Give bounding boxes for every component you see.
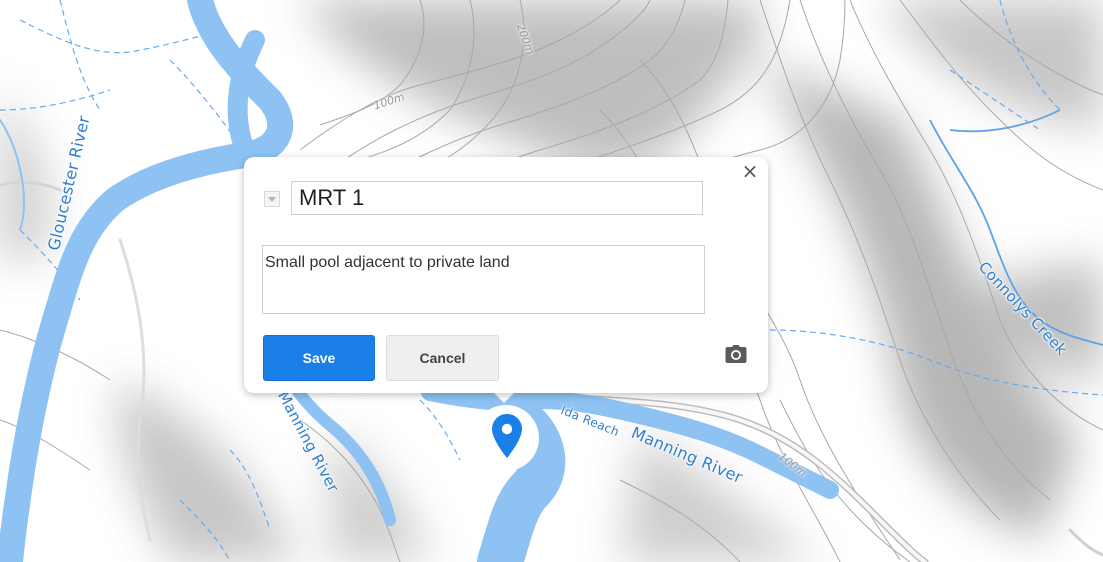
save-button[interactable]: Save — [263, 335, 375, 381]
marker-description-input[interactable]: Small pool adjacent to private land — [262, 245, 705, 314]
camera-icon[interactable] — [725, 344, 747, 364]
marker-title-input[interactable] — [291, 181, 703, 215]
close-button[interactable]: × — [740, 161, 760, 181]
marker-edit-popup: × Small pool adjacent to private land Sa… — [244, 157, 768, 393]
cancel-button[interactable]: Cancel — [386, 335, 499, 381]
location-pin-icon[interactable] — [491, 413, 523, 459]
marker-type-dropdown[interactable] — [264, 191, 280, 207]
